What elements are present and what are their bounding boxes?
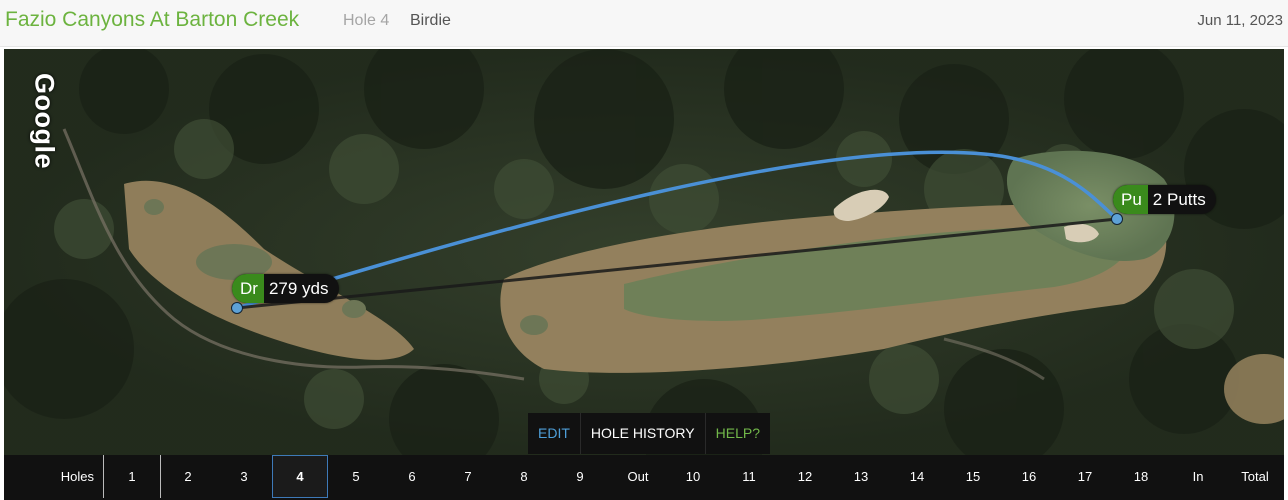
tee-shot-marker[interactable]: [231, 302, 243, 314]
putt-shot-label[interactable]: Pu 2 Putts: [1113, 185, 1216, 214]
green-marker[interactable]: [1111, 213, 1123, 225]
putt-count: 2 Putts: [1152, 190, 1206, 209]
help-button[interactable]: HELP?: [706, 413, 770, 454]
header-bar: Fazio Canyons At Barton Creek Hole 4 Bir…: [0, 0, 1288, 47]
hole-3-button[interactable]: 3: [216, 455, 272, 498]
round-date: Jun 11, 2023: [1197, 12, 1283, 29]
hole-18-button[interactable]: 18: [1113, 455, 1169, 498]
hole-16-button[interactable]: 16: [1001, 455, 1057, 498]
hole-11-button[interactable]: 11: [721, 455, 777, 498]
hole-result: Birdie: [410, 12, 451, 29]
hole-17-button[interactable]: 17: [1057, 455, 1113, 498]
edit-button[interactable]: EDIT: [528, 413, 581, 454]
hole-history-button[interactable]: HOLE HISTORY: [581, 413, 706, 454]
hole-15-button[interactable]: 15: [945, 455, 1001, 498]
hole-1-button[interactable]: 1: [104, 455, 160, 498]
hole-13-button[interactable]: 13: [833, 455, 889, 498]
drive-shot-label[interactable]: Dr 279 yds: [232, 274, 339, 303]
hole-10-button[interactable]: 10: [665, 455, 721, 498]
satellite-imagery: [4, 49, 1284, 455]
hole-selector-bar: Holes 1 2 3 4 5 6 7 8 9 Out 10 11 12 13 …: [4, 455, 1284, 500]
club-badge-driver: Dr: [232, 274, 264, 303]
hole-5-button[interactable]: 5: [328, 455, 384, 498]
google-logo: Google: [26, 63, 62, 178]
total-score[interactable]: Total: [1226, 455, 1284, 498]
hole-2-button[interactable]: 2: [160, 455, 216, 498]
google-logo-text: Google: [29, 72, 60, 169]
hole-8-button[interactable]: 8: [496, 455, 552, 498]
satellite-map[interactable]: Google Dr 279 yds Pu 2 Putts EDIT HOLE H…: [4, 49, 1284, 455]
hole-12-button[interactable]: 12: [777, 455, 833, 498]
hole-label: Hole 4: [343, 12, 390, 29]
course-name[interactable]: Fazio Canyons At Barton Creek: [5, 8, 299, 32]
club-badge-putter: Pu: [1113, 185, 1148, 214]
map-action-bar: EDIT HOLE HISTORY HELP?: [528, 413, 770, 454]
hole-7-button[interactable]: 7: [440, 455, 496, 498]
in-total[interactable]: In: [1170, 455, 1226, 498]
hole-9-button[interactable]: 9: [552, 455, 608, 498]
out-total[interactable]: Out: [608, 455, 668, 498]
hole-4-button[interactable]: 4: [272, 455, 328, 498]
drive-distance: 279 yds: [268, 279, 329, 298]
hole-6-button[interactable]: 6: [384, 455, 440, 498]
holes-label: Holes: [60, 469, 94, 484]
hole-14-button[interactable]: 14: [889, 455, 945, 498]
